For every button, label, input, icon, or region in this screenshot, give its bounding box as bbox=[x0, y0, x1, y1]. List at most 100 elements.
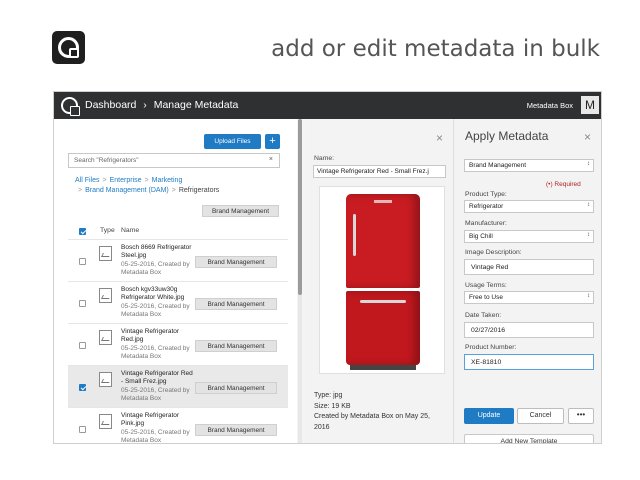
column-name[interactable]: Name bbox=[121, 227, 139, 234]
select-all-checkbox[interactable] bbox=[79, 228, 86, 235]
add-new-template-button[interactable]: Add New Template bbox=[464, 434, 594, 443]
image-description-input[interactable]: Vintage Red bbox=[464, 259, 594, 275]
file-meta: 05-25-2016, Created by Metadata Box bbox=[121, 344, 190, 360]
table-row[interactable]: Bosch kgv33uw30g Refrigerator White.jpg 0… bbox=[68, 281, 288, 323]
more-options-button[interactable]: ••• bbox=[568, 408, 594, 424]
file-name[interactable]: Vintage Refrigerator Red - Small Frez.jp… bbox=[121, 370, 196, 403]
path-marketing[interactable]: Marketing bbox=[152, 177, 183, 184]
row-checkbox[interactable] bbox=[79, 300, 86, 307]
image-file-icon bbox=[99, 414, 112, 429]
metadata-tag[interactable]: Brand Management bbox=[195, 424, 277, 436]
file-info: Type: jpg Size: 19 KB Created by Metadat… bbox=[314, 391, 444, 433]
row-checkbox[interactable] bbox=[79, 426, 86, 433]
file-name[interactable]: Vintage Refrigerator Red.jpg 05-25-2016, … bbox=[121, 328, 196, 361]
date-taken-input[interactable]: 02/27/2016 bbox=[464, 322, 594, 338]
file-name[interactable]: Bosch 8669 Refrigerator Steel.jpg 05-25-2… bbox=[121, 244, 196, 277]
metadata-tag[interactable]: Brand Management bbox=[195, 256, 277, 268]
path-separator: > bbox=[78, 187, 83, 194]
image-file-icon bbox=[99, 330, 112, 345]
manufacturer-select[interactable]: Big Chill ↕ bbox=[464, 230, 594, 243]
metadata-tag[interactable]: Brand Management bbox=[195, 298, 277, 310]
path-all-files[interactable]: All Files bbox=[75, 177, 100, 184]
column-type[interactable]: Type bbox=[100, 227, 115, 234]
row-checkbox[interactable] bbox=[79, 384, 86, 391]
close-panel-icon[interactable]: × bbox=[584, 130, 591, 144]
app-window: Dashboard › Manage Metadata Metadata Box… bbox=[53, 91, 602, 444]
path-separator: > bbox=[144, 177, 149, 184]
slide-title: add or edit metadata in bulk bbox=[271, 36, 600, 62]
avatar[interactable]: M bbox=[581, 96, 599, 114]
search-input[interactable]: Search "Refrigerators" × bbox=[68, 153, 280, 168]
path-separator: > bbox=[171, 187, 176, 194]
app-logo-icon[interactable] bbox=[61, 97, 80, 116]
close-preview-icon[interactable]: × bbox=[436, 131, 443, 145]
path-refrigerators: Refrigerators bbox=[178, 187, 220, 194]
image-file-icon bbox=[99, 288, 112, 303]
breadcrumb-dashboard[interactable]: Dashboard bbox=[85, 99, 136, 111]
usage-terms-select[interactable]: Free to Use ↕ bbox=[464, 291, 594, 304]
manufacturer-label: Manufacturer: bbox=[465, 220, 507, 227]
file-created: Created by Metadata Box on May 25, 2016 bbox=[314, 413, 430, 431]
breadcrumb-manage-metadata: Manage Metadata bbox=[153, 99, 239, 111]
product-number-label: Product Number: bbox=[465, 344, 517, 351]
breadcrumb: Dashboard › Manage Metadata bbox=[85, 99, 238, 111]
file-name[interactable]: Bosch kgv33uw30g Refrigerator White.jpg 0… bbox=[121, 286, 196, 319]
image-file-icon bbox=[99, 372, 112, 387]
file-meta: 05-25-2016, Created by Metadata Box bbox=[121, 386, 190, 402]
scrollbar-thumb[interactable] bbox=[298, 119, 302, 295]
usage-terms-label: Usage Terms: bbox=[465, 282, 507, 289]
file-list-panel: Upload Files + Search "Refrigerators" × … bbox=[54, 119, 297, 444]
folder-path: All Files > Enterprise > Marketing > Brand Man… bbox=[75, 176, 283, 196]
select-arrow-icon: ↕ bbox=[587, 202, 590, 208]
metadata-tag[interactable]: Brand Management bbox=[195, 382, 277, 394]
metadata-tag[interactable]: Brand Management bbox=[195, 340, 277, 352]
product-type-label: Product Type: bbox=[465, 191, 507, 198]
file-type: Type: jpg bbox=[314, 392, 343, 399]
file-name-field[interactable]: Vintage Refrigerator Red - Small Frez.j bbox=[313, 165, 446, 178]
product-type-select[interactable]: Refrigerator ↕ bbox=[464, 200, 594, 213]
cancel-button[interactable]: Cancel bbox=[517, 408, 564, 424]
select-arrow-icon: ↕ bbox=[587, 293, 590, 299]
add-button[interactable]: + bbox=[265, 134, 280, 149]
brand-logo-icon bbox=[52, 31, 85, 64]
path-brand-management[interactable]: Brand Management (DAM) bbox=[85, 187, 169, 194]
template-select[interactable]: Brand Management ↕ bbox=[464, 159, 594, 172]
update-button[interactable]: Update bbox=[464, 408, 514, 424]
image-description-label: Image Description: bbox=[465, 249, 522, 256]
table-row[interactable]: Vintage Refrigerator Pink.jpg 05-25-2016,… bbox=[68, 407, 288, 444]
file-size: Size: 19 KB bbox=[314, 402, 351, 410]
preview-panel: × Name: Vintage Refrigerator Red - Small… bbox=[305, 119, 451, 443]
image-file-icon bbox=[99, 246, 112, 261]
file-list-scrollbar[interactable] bbox=[298, 119, 302, 443]
select-arrow-icon: ↕ bbox=[587, 232, 590, 238]
image-preview bbox=[319, 186, 445, 374]
slide: add or edit metadata in bulk Dashboard ›… bbox=[0, 0, 640, 480]
upload-files-button[interactable]: Upload Files bbox=[204, 134, 261, 149]
folder-metadata-tag[interactable]: Brand Management bbox=[202, 205, 279, 217]
apply-metadata-panel: Apply Metadata × Brand Management ↕ (•) R… bbox=[453, 119, 601, 443]
product-number-input[interactable]: XE-81810 bbox=[464, 354, 594, 370]
brand-name: Metadata Box bbox=[526, 101, 573, 110]
file-meta: 05-25-2016, Created by Metadata Box bbox=[121, 260, 190, 276]
table-row[interactable]: Vintage Refrigerator Red.jpg 05-25-2016, … bbox=[68, 323, 288, 365]
required-note: (•) Required bbox=[546, 181, 581, 188]
refrigerator-image bbox=[346, 194, 420, 370]
path-separator: > bbox=[102, 177, 107, 184]
breadcrumb-separator: › bbox=[143, 99, 147, 111]
top-bar: Dashboard › Manage Metadata Metadata Box… bbox=[54, 92, 601, 119]
name-label: Name: bbox=[314, 155, 335, 162]
file-name[interactable]: Vintage Refrigerator Pink.jpg 05-25-2016,… bbox=[121, 412, 196, 444]
table-row[interactable]: Bosch 8669 Refrigerator Steel.jpg 05-25-2… bbox=[68, 239, 288, 281]
panel-title: Apply Metadata bbox=[465, 129, 549, 143]
search-placeholder: Search "Refrigerators" bbox=[74, 157, 139, 164]
file-meta: 05-25-2016, Created by Metadata Box bbox=[121, 428, 190, 444]
row-checkbox[interactable] bbox=[79, 342, 86, 349]
file-meta: 05-25-2016, Created by Metadata Box bbox=[121, 302, 190, 318]
clear-search-icon[interactable]: × bbox=[269, 156, 273, 163]
date-taken-label: Date Taken: bbox=[465, 312, 502, 319]
table-row-selected[interactable]: Vintage Refrigerator Red - Small Frez.jp… bbox=[68, 365, 288, 407]
path-enterprise[interactable]: Enterprise bbox=[110, 177, 142, 184]
list-header: Type Name bbox=[68, 224, 280, 239]
row-checkbox[interactable] bbox=[79, 258, 86, 265]
select-arrow-icon: ↕ bbox=[587, 161, 590, 167]
